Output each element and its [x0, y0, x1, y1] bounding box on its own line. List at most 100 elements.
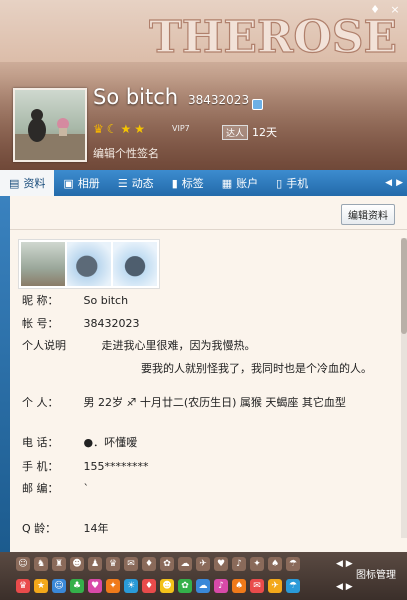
tab-profile[interactable]: ▤ 资料	[0, 170, 55, 196]
status-icon[interactable]: ✦	[106, 579, 120, 593]
status-icon[interactable]: ☂	[286, 579, 300, 593]
photo-thumbnail[interactable]	[113, 242, 157, 286]
tab-phone[interactable]: ▯ 手机	[267, 170, 317, 196]
scrollbar-thumb[interactable]	[401, 238, 407, 334]
status-icon[interactable]: ✈	[268, 579, 282, 593]
status-icon[interactable]: ♜	[52, 557, 66, 571]
photo-album-icon: ▣	[63, 176, 74, 190]
tab-scroll-right-icon[interactable]: ▶	[396, 178, 403, 188]
tab-label: 资料	[23, 177, 46, 190]
nickname-value: So bitch	[83, 294, 129, 307]
email-value: `	[83, 482, 90, 495]
phone-icon: ▯	[276, 176, 283, 190]
status-icon[interactable]: ☂	[286, 557, 300, 571]
status-icon[interactable]: ☀	[124, 579, 138, 593]
description-line-1: 走进我心里很难，因为我慢热。	[101, 339, 256, 352]
icon-scroll-arrows[interactable]: ◀ ▶	[336, 582, 353, 592]
tab-album[interactable]: ▣ 相册	[54, 170, 108, 196]
status-icon[interactable]: ✿	[178, 579, 192, 593]
status-icon[interactable]: ☁	[178, 557, 192, 571]
qq-profile-window: THEROSE ♦ × So bitch 38432023 ♛ ☾ ★ ★ VI…	[0, 0, 407, 600]
account-row: 帐 号： 38432023	[22, 315, 140, 331]
bookmark-icon: ▮	[171, 176, 178, 190]
tab-scroll-left-icon[interactable]: ◀	[385, 178, 392, 188]
tab-account[interactable]: ▦ 账户	[213, 170, 267, 196]
status-icon[interactable]: ✉	[124, 557, 138, 571]
tab-scroll-arrows: ◀ ▶	[385, 178, 407, 188]
scrollbar[interactable]	[401, 238, 407, 538]
icon-scroll-arrows[interactable]: ◀ ▶	[336, 559, 353, 569]
description-line-2: 要我的人就别怪我了，我同时也是个冷血的人。	[141, 362, 372, 375]
status-icon[interactable]: ✈	[196, 557, 210, 571]
mobile-row: 手 机： 155********	[22, 458, 149, 474]
nickname-label: 昵 称：	[22, 294, 59, 307]
daren-days: 12天	[252, 126, 278, 139]
status-icon[interactable]: ♥	[214, 557, 228, 571]
window-buttons: ♦ ×	[369, 4, 401, 16]
description-row: 个人说明 走进我心里很难，因为我慢热。	[22, 337, 256, 353]
description-label: 个人说明	[22, 339, 66, 352]
status-icon[interactable]: ♞	[34, 557, 48, 571]
status-icon[interactable]: ♣	[70, 579, 84, 593]
status-icon[interactable]: ☁	[196, 579, 210, 593]
profile-header: THEROSE ♦ × So bitch 38432023 ♛ ☾ ★ ★ VI…	[0, 0, 407, 170]
qq-number-icon[interactable]	[252, 99, 263, 110]
photo-strip	[18, 239, 160, 289]
phone-value: ●．吥懂嗳	[83, 436, 138, 449]
status-icon[interactable]: ☻	[70, 557, 84, 571]
nickname-row: 昵 称： So bitch	[22, 292, 128, 308]
status-icon-bar: ☺ ♞ ♜ ☻ ♟ ♛ ✉ ♦ ✿ ☁ ✈ ♥ ♪ ✦ ♠ ☂ ◀ ▶ ♛ ★ …	[0, 552, 407, 600]
tab-feed[interactable]: ☰ 动态	[109, 170, 163, 196]
status-icon[interactable]: ♦	[142, 557, 156, 571]
tab-label: 手机	[286, 177, 309, 190]
mobile-label: 手 机：	[22, 460, 59, 473]
tab-label: 标签	[181, 177, 204, 190]
status-icon[interactable]: ✿	[160, 557, 174, 571]
tab-label: 动态	[131, 177, 154, 190]
daren-badge[interactable]: 达人 12天	[222, 124, 277, 140]
status-icon[interactable]: ☺	[16, 557, 30, 571]
status-icon[interactable]: ✉	[250, 579, 264, 593]
status-icon[interactable]: ♛	[16, 579, 30, 593]
email-label: 邮 编：	[22, 482, 59, 495]
status-icon[interactable]: ✦	[250, 557, 264, 571]
vip-badge-label: VIP7	[172, 124, 190, 133]
vip-badge[interactable]: VIP7	[172, 124, 190, 133]
status-icon[interactable]: ♥	[88, 579, 102, 593]
photo-thumbnail[interactable]	[67, 242, 111, 286]
skin-icon[interactable]: ♦	[369, 4, 381, 16]
avatar[interactable]	[13, 88, 87, 162]
tab-label: 相册	[77, 177, 100, 190]
status-icon[interactable]: ♠	[232, 579, 246, 593]
icon-manager-button[interactable]: 图标管理	[356, 566, 396, 581]
content-divider	[10, 229, 407, 230]
status-icon[interactable]: ♟	[88, 557, 102, 571]
status-icon[interactable]: ★	[34, 579, 48, 593]
level-icons[interactable]: ♛ ☾ ★ ★	[93, 123, 145, 135]
close-icon[interactable]: ×	[389, 4, 401, 16]
nickname[interactable]: So bitch	[93, 85, 178, 109]
skin-title-art: THEROSE	[149, 11, 398, 63]
edit-profile-button[interactable]: 编辑资料	[341, 204, 395, 225]
moon-icon: ☾	[106, 122, 118, 136]
status-icon[interactable]: ♪	[214, 579, 228, 593]
status-icon[interactable]: ♪	[232, 557, 246, 571]
phone-row: 电 话： ●．吥懂嗳	[22, 434, 137, 450]
tab-tags[interactable]: ▮ 标签	[163, 170, 213, 196]
status-icon[interactable]: ☻	[160, 579, 174, 593]
photo-thumbnail[interactable]	[21, 242, 65, 286]
status-icon[interactable]: ☺	[52, 579, 66, 593]
status-icon[interactable]: ♠	[268, 557, 282, 571]
personal-row: 个 人： 男 22岁 ♐ 十月廿二(农历生日) 属猴 天蝎座 其它血型	[22, 394, 346, 410]
avatar-cat-image	[15, 109, 85, 160]
personal-label: 个 人：	[22, 396, 59, 409]
skin-title-text: THEROSE	[149, 12, 397, 63]
status-icon[interactable]: ♛	[106, 557, 120, 571]
qage-row: Q 龄： 14年	[22, 520, 109, 536]
tab-label: 账户	[236, 177, 259, 190]
status-icon[interactable]: ♦	[142, 579, 156, 593]
profile-content: 编辑资料 昵 称： So bitch 帐 号： 38432023 个人说明 走进…	[10, 196, 407, 552]
email-row: 邮 编： `	[22, 480, 89, 496]
account-value: 38432023	[83, 317, 140, 330]
signature-field[interactable]: 编辑个性签名	[93, 145, 159, 161]
